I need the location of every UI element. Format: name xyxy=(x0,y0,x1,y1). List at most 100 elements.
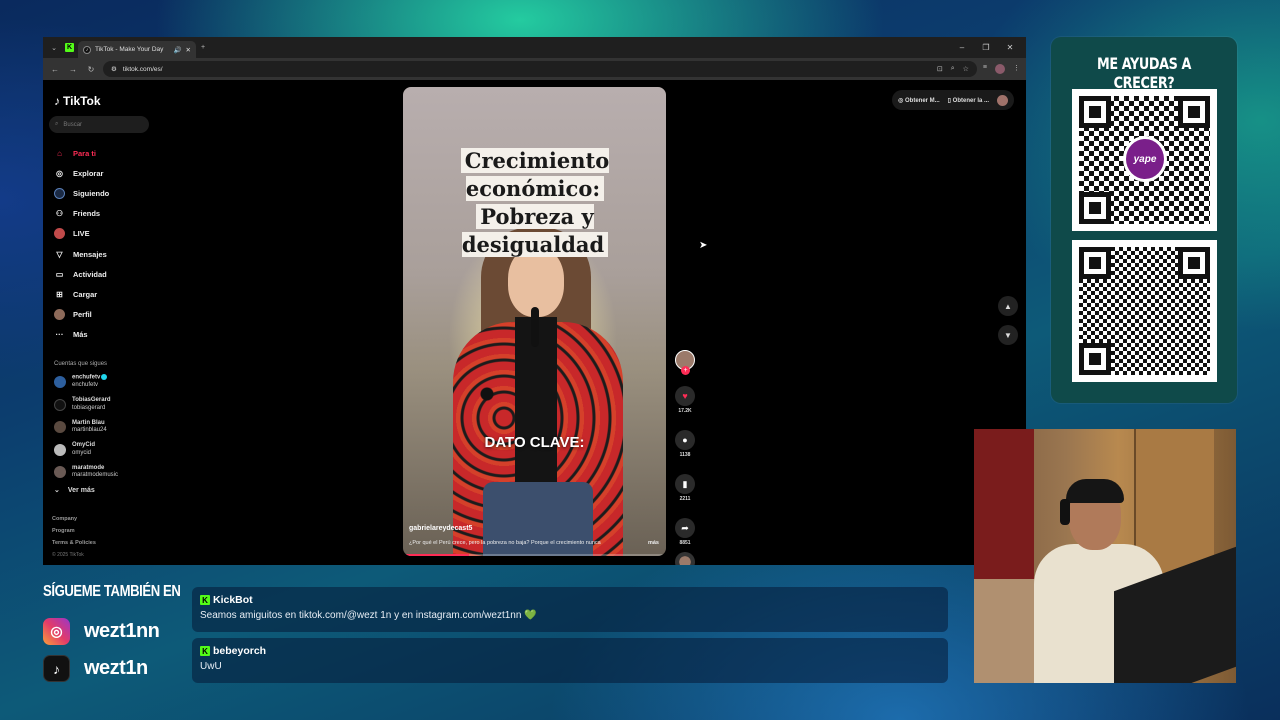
forward-icon[interactable]: → xyxy=(67,65,79,74)
url-field[interactable]: ⚙ tiktok.com/es/ ⊡ ⌕ ☆ xyxy=(103,61,977,77)
sidebar-item-para-ti[interactable]: ⌂ Para ti xyxy=(49,143,149,163)
next-video-button[interactable]: ▼ xyxy=(998,325,1018,345)
sidebar-item-label: Actividad xyxy=(73,269,107,279)
following-account[interactable]: OmyCid omycid xyxy=(49,438,149,461)
footer-link-company[interactable]: Company xyxy=(52,513,96,525)
messages-icon: ▽ xyxy=(56,249,63,259)
mouse-cursor-icon: ➤ xyxy=(699,240,708,251)
tab-search-icon[interactable]: ⌄ xyxy=(47,41,61,55)
chevron-down-icon: ⌄ xyxy=(54,487,60,495)
share-button[interactable]: ➦ xyxy=(675,518,695,538)
creator-avatar[interactable]: + xyxy=(675,350,695,375)
footer-link-terms[interactable]: Terms & Policies xyxy=(52,537,96,549)
account-name: OmyCid xyxy=(72,442,96,449)
save-count: 2211 xyxy=(679,496,691,502)
search-input[interactable]: ⌕ Buscar xyxy=(49,116,149,133)
avatar xyxy=(54,466,66,479)
sound-disc-icon[interactable] xyxy=(675,552,695,565)
tiktok-handle: ♪ wezt1n xyxy=(43,655,148,682)
video-player[interactable]: Crecimiento económico: Pobreza y desigua… xyxy=(403,87,666,556)
zoom-icon[interactable]: ⌕ xyxy=(951,65,955,73)
sidebar-item-explorar[interactable]: ◎ Explorar xyxy=(49,163,149,183)
following-account[interactable]: maratmode maratmodemusic xyxy=(49,461,149,484)
chevron-down-icon: ▼ xyxy=(1004,330,1012,340)
sidebar: ♪ TikTok ⌕ Buscar ⌂ Para ti ◎ Explorar S… xyxy=(43,80,155,565)
yape-logo: yape xyxy=(1123,136,1167,182)
new-tab-icon[interactable]: + xyxy=(196,41,210,55)
back-icon[interactable]: ← xyxy=(49,65,61,74)
account-handle: omycid xyxy=(72,449,92,456)
verified-icon xyxy=(101,374,108,381)
sidebar-item-mas[interactable]: ··· Más xyxy=(49,325,149,345)
sidebar-item-live[interactable]: LIVE xyxy=(49,224,149,244)
following-account[interactable]: enchufetv enchufetv xyxy=(49,371,149,394)
webcam-wall xyxy=(974,429,1034,579)
tiktok-page: ♪ TikTok ⌕ Buscar ⌂ Para ti ◎ Explorar S… xyxy=(43,80,1026,565)
coin-icon: ◎ xyxy=(898,97,904,104)
video-title-line1: Crecimiento económico: xyxy=(460,148,610,201)
like-button[interactable]: ♥ xyxy=(675,386,695,406)
upload-icon: ⊞ xyxy=(56,289,63,299)
compass-icon: ◎ xyxy=(56,168,63,178)
sidebar-item-friends[interactable]: ⚇ Friends xyxy=(49,204,149,224)
qr-finder xyxy=(1079,96,1111,128)
avatar xyxy=(54,443,66,456)
footer-links: Company Program Terms & Policies © 2025 … xyxy=(52,513,96,561)
following-account[interactable]: Martin Blau martinblau24 xyxy=(49,416,149,439)
donation-title: ME AYUDAS A CRECER? xyxy=(1097,54,1191,92)
url-text: tiktok.com/es/ xyxy=(122,65,163,73)
audio-icon[interactable]: 🔊 xyxy=(173,46,181,54)
video-caption-overlay: DATO CLAVE: xyxy=(484,434,585,451)
yape-qr-code: yape xyxy=(1072,89,1217,231)
sidebar-item-label: Cargar xyxy=(73,289,98,299)
qr-pattern xyxy=(1079,247,1210,375)
address-bar: ← → ↻ ⚙ tiktok.com/es/ ⊡ ⌕ ☆ ≡ ⋮ xyxy=(43,58,1026,80)
sidebar-item-label: Mensajes xyxy=(73,249,107,259)
sidebar-item-label: Para ti xyxy=(73,148,96,158)
minimize-button[interactable]: – xyxy=(952,43,972,52)
video-progress-bar[interactable] xyxy=(403,554,666,556)
profile-avatar[interactable] xyxy=(995,64,1005,74)
sidebar-item-cargar[interactable]: ⊞ Cargar xyxy=(49,284,149,304)
user-avatar[interactable] xyxy=(997,94,1008,106)
get-app-button[interactable]: ▯ Obtener la ... xyxy=(948,97,989,104)
tab-tiktok[interactable]: ♪ TikTok - Make Your Day 🔊 ✕ xyxy=(78,41,196,58)
comment-count: 1138 xyxy=(679,452,691,458)
video-title-overlay: Crecimiento económico: Pobreza y desigua… xyxy=(421,147,649,259)
tiktok-logo[interactable]: ♪ TikTok xyxy=(49,80,149,108)
install-icon[interactable]: ⊡ xyxy=(937,65,943,73)
browser-window: ⌄ K ♪ TikTok - Make Your Day 🔊 ✕ + – ❐ ✕… xyxy=(43,37,1026,565)
search-placeholder: Buscar xyxy=(63,121,83,128)
bookmark-star-icon[interactable]: ☆ xyxy=(963,65,969,73)
account-handle: maratmodemusic xyxy=(72,472,119,479)
tab-close-icon[interactable]: ✕ xyxy=(186,46,191,54)
footer-link-program[interactable]: Program xyxy=(52,525,96,537)
restore-button[interactable]: ❐ xyxy=(976,43,996,52)
comment-button[interactable]: ● xyxy=(675,430,695,450)
more-link[interactable]: más xyxy=(648,540,659,546)
close-window-button[interactable]: ✕ xyxy=(1000,43,1020,52)
get-coins-button[interactable]: ◎ Obtener M... xyxy=(898,97,940,104)
green-heart-icon: 💚 xyxy=(524,610,537,621)
site-info-icon[interactable]: ⚙ xyxy=(111,65,117,73)
video-nav: ▲ ▼ xyxy=(998,296,1018,345)
reload-icon[interactable]: ↻ xyxy=(85,65,97,74)
account-name: maratmode xyxy=(72,464,105,471)
sidebar-item-actividad[interactable]: ▭ Actividad xyxy=(49,264,149,284)
chat-text: UwU xyxy=(200,661,222,672)
see-more-link[interactable]: ⌄ Ver más xyxy=(49,486,149,495)
following-account[interactable]: TobiasGerard tobiasgerard xyxy=(49,393,149,416)
activity-icon: ▭ xyxy=(55,269,64,279)
logo-text: TikTok xyxy=(63,94,101,108)
kick-tab-icon[interactable]: K xyxy=(65,43,74,52)
sidebar-item-perfil[interactable]: Perfil xyxy=(49,305,149,325)
sidebar-item-mensajes[interactable]: ▽ Mensajes xyxy=(49,244,149,264)
previous-video-button[interactable]: ▲ xyxy=(998,296,1018,316)
like-count: 17.2K xyxy=(678,408,692,414)
follow-plus-icon[interactable]: + xyxy=(681,366,690,375)
video-author[interactable]: gabrielareydecast5 xyxy=(409,525,472,532)
browser-menu-icon[interactable]: ⋮ xyxy=(1013,64,1020,74)
sidebar-item-siguiendo[interactable]: Siguiendo xyxy=(49,183,149,203)
save-button[interactable]: ▮ xyxy=(675,474,695,494)
media-icon[interactable]: ≡ xyxy=(983,64,987,74)
